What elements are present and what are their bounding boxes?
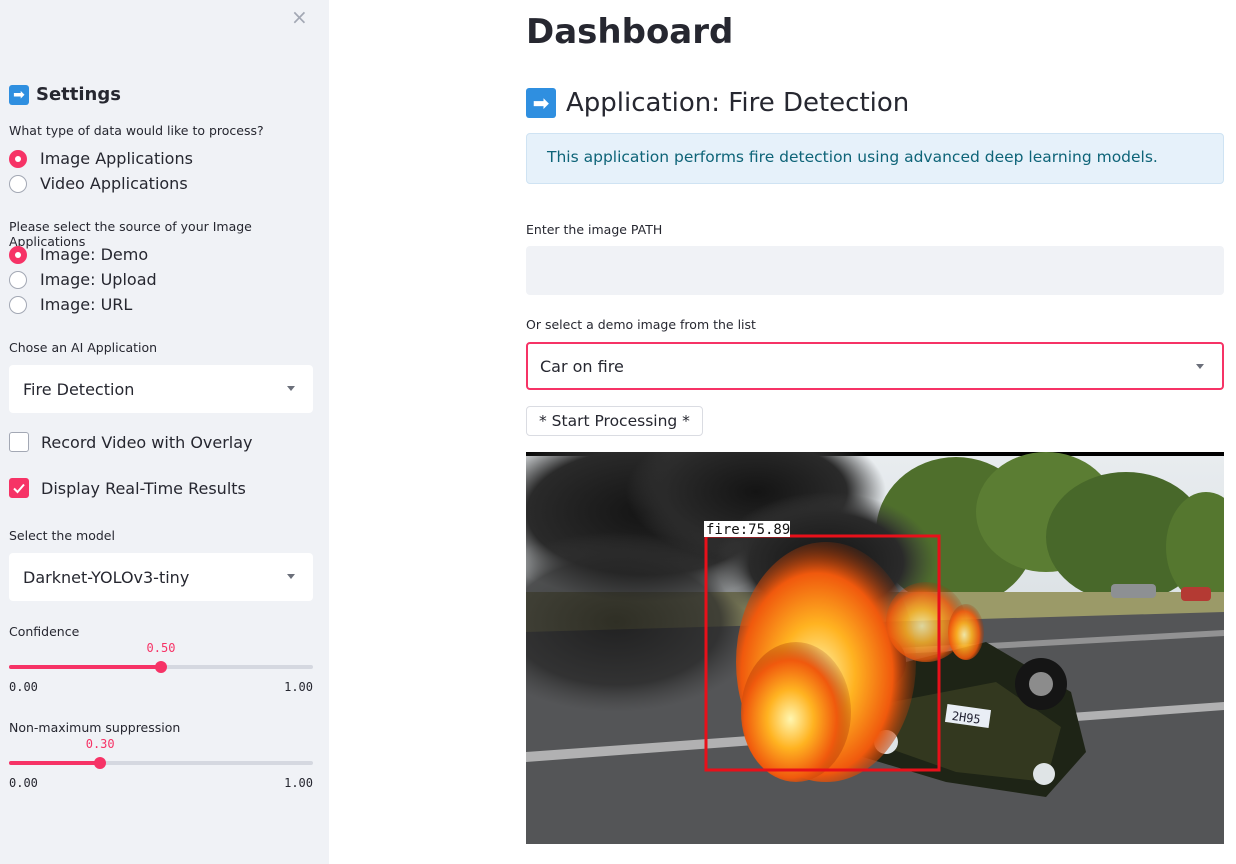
radio-button[interactable] — [9, 245, 27, 264]
right-arrow-icon: ➡ — [526, 88, 556, 118]
nms-min: 0.00 — [9, 776, 38, 790]
radio-label: Image: URL — [40, 295, 133, 314]
sidebar: × ➡ Settings What type of data would lik… — [0, 0, 329, 864]
image-path-label: Enter the image PATH — [526, 222, 663, 237]
radio-image-upload[interactable]: Image: Upload — [9, 270, 157, 289]
chevron-down-icon — [1196, 364, 1204, 369]
checkbox-box[interactable] — [9, 478, 29, 498]
ai-app-select-value: Fire Detection — [23, 379, 135, 399]
ai-app-select[interactable]: Fire Detection — [9, 365, 313, 413]
ai-app-label: Chose an AI Application — [9, 340, 158, 355]
result-image: 2H95 fire:75.89 — [526, 452, 1224, 844]
settings-heading: ➡ Settings — [9, 84, 121, 105]
slider-thumb[interactable] — [155, 661, 167, 673]
demo-image-label: Or select a demo image from the list — [526, 317, 756, 332]
checkbox-label: Display Real-Time Results — [41, 478, 246, 498]
radio-image-applications[interactable]: Image Applications — [9, 149, 193, 168]
slider-fill — [9, 665, 161, 669]
radio-button[interactable] — [9, 149, 27, 168]
radio-button[interactable] — [9, 174, 27, 193]
confidence-max: 1.00 — [284, 680, 313, 694]
chevron-down-icon — [287, 386, 295, 391]
confidence-slider[interactable] — [9, 661, 313, 673]
image-path-input[interactable] — [526, 246, 1224, 295]
chevron-down-icon — [287, 574, 295, 579]
nms-max: 1.00 — [284, 776, 313, 790]
realtime-results-checkbox[interactable]: Display Real-Time Results — [9, 478, 246, 498]
model-select[interactable]: Darknet-YOLOv3-tiny — [9, 553, 313, 601]
app-heading: ➡ Application: Fire Detection — [526, 88, 909, 118]
data-type-label: What type of data would like to process? — [9, 123, 264, 138]
radio-image-url[interactable]: Image: URL — [9, 295, 132, 314]
right-arrow-icon: ➡ — [9, 84, 29, 105]
radio-button[interactable] — [9, 270, 27, 289]
nms-slider[interactable] — [9, 757, 313, 769]
radio-button[interactable] — [9, 295, 27, 314]
radio-image-demo[interactable]: Image: Demo — [9, 245, 148, 264]
radio-label: Video Applications — [40, 174, 188, 193]
checkbox-box[interactable] — [9, 432, 29, 452]
checkmark-icon — [13, 483, 25, 494]
radio-video-applications[interactable]: Video Applications — [9, 174, 188, 193]
page-title: Dashboard — [526, 12, 734, 52]
confidence-label: Confidence — [9, 624, 80, 639]
close-sidebar-icon[interactable]: × — [291, 6, 308, 28]
demo-image-select-value: Car on fire — [540, 356, 624, 376]
nms-label: Non-maximum suppression — [9, 720, 181, 735]
confidence-min: 0.00 — [9, 680, 38, 694]
radio-label: Image Applications — [40, 149, 193, 168]
detection-label: fire:75.89 — [706, 522, 790, 538]
record-video-checkbox[interactable]: Record Video with Overlay — [9, 432, 253, 452]
radio-label: Image: Upload — [40, 270, 157, 289]
checkbox-label: Record Video with Overlay — [41, 432, 253, 452]
info-box: This application performs fire detection… — [526, 133, 1224, 184]
radio-label: Image: Demo — [40, 245, 149, 264]
model-label: Select the model — [9, 528, 115, 543]
settings-heading-label: Settings — [36, 84, 121, 105]
nms-value: 0.30 — [85, 737, 115, 751]
model-select-value: Darknet-YOLOv3-tiny — [23, 567, 190, 587]
app-heading-label: Application: Fire Detection — [566, 88, 910, 118]
slider-thumb[interactable] — [94, 757, 107, 769]
demo-image-select[interactable]: Car on fire — [526, 342, 1224, 390]
start-processing-button[interactable]: * Start Processing * — [526, 406, 703, 436]
slider-fill — [9, 761, 101, 765]
confidence-value: 0.50 — [146, 641, 176, 655]
